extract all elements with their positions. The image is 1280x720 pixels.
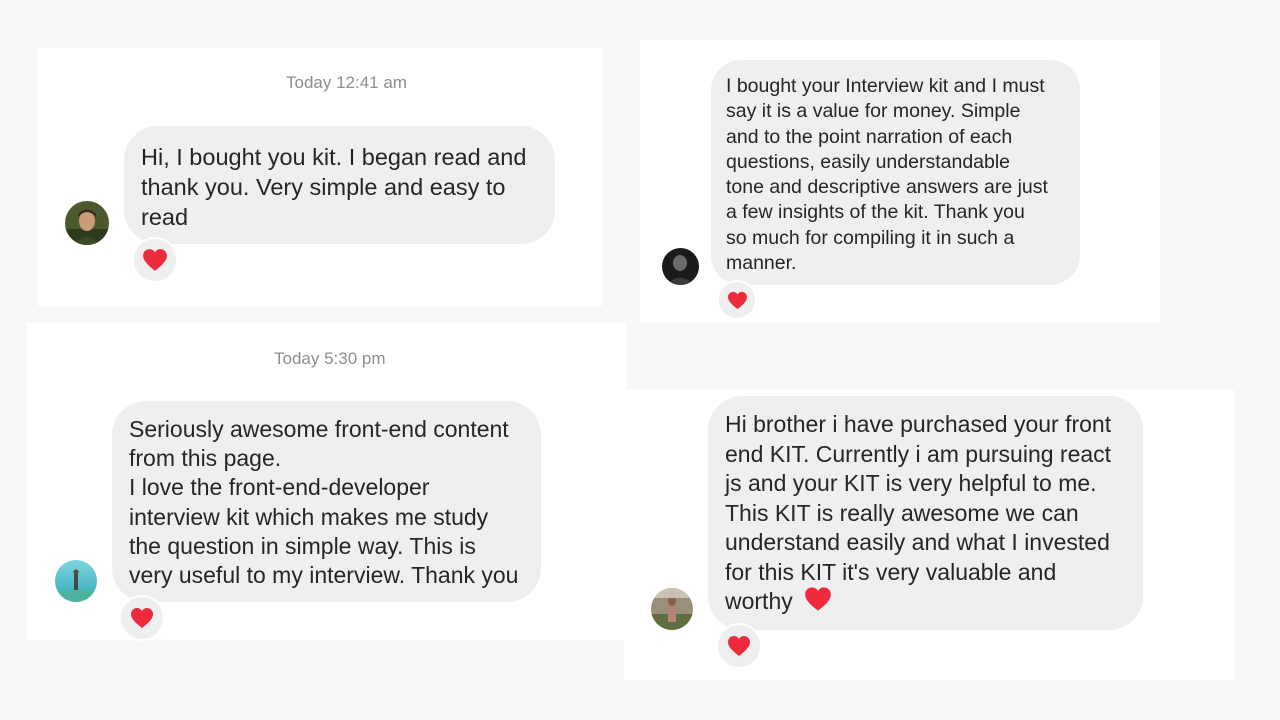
sender-avatar[interactable] (662, 248, 699, 285)
avatar-photo (55, 560, 97, 602)
message-bubble[interactable]: Hi, I bought you kit. I began read and t… (124, 126, 555, 244)
reaction-badge[interactable] (132, 237, 178, 283)
heart-emoji-icon (805, 587, 831, 611)
message-text: I bought your Interview kit and I must s… (726, 75, 1048, 275)
message-text: Seriously awesome front-end content from… (129, 416, 519, 589)
avatar-photo (651, 588, 693, 630)
message-text: Hi brother i have purchased your front e… (725, 411, 1112, 614)
avatar-photo (65, 201, 109, 245)
message-bubble[interactable]: Seriously awesome front-end content from… (112, 401, 541, 602)
heart-icon (727, 291, 747, 309)
reaction-badge[interactable] (717, 280, 757, 320)
sender-avatar[interactable] (55, 560, 97, 602)
avatar-photo (662, 248, 699, 285)
message-timestamp: Today 12:41 am (286, 73, 407, 92)
message-bubble[interactable]: Hi brother i have purchased your front e… (708, 396, 1143, 630)
heart-icon (131, 608, 153, 628)
message-bubble[interactable]: I bought your Interview kit and I must s… (711, 60, 1080, 285)
heart-icon (143, 249, 167, 271)
reaction-badge[interactable] (716, 623, 762, 669)
message-timestamp: Today 5:30 pm (274, 349, 386, 368)
sender-avatar[interactable] (65, 201, 109, 245)
sender-avatar[interactable] (651, 588, 693, 630)
message-text: Hi, I bought you kit. I began read and t… (141, 144, 527, 230)
heart-icon (728, 636, 750, 656)
reaction-badge[interactable] (119, 595, 165, 641)
